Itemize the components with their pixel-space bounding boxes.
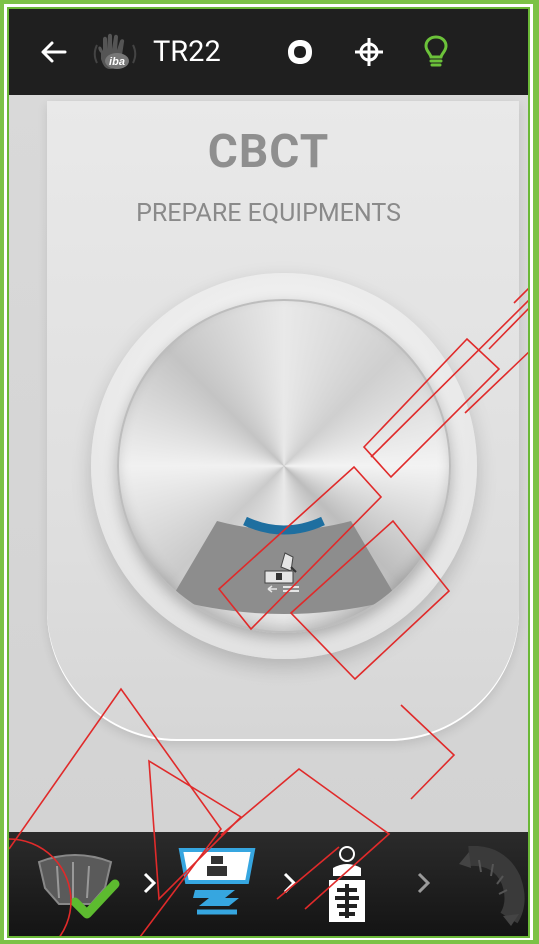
patient-imaging-step-icon[interactable]: [315, 846, 379, 926]
top-bar: iba TR22: [9, 9, 528, 95]
back-arrow-icon[interactable]: [37, 35, 71, 69]
page-title: CBCT: [207, 125, 330, 179]
chevron-right-icon: [283, 872, 297, 894]
iba-hand-logo-icon: iba: [93, 33, 137, 69]
workflow-bar: [9, 832, 528, 936]
chevron-right-icon: [417, 872, 431, 894]
page-subtitle: PREPARE EQUIPMENTS: [136, 199, 401, 228]
chevron-right-icon: [143, 872, 157, 894]
table-step-active-icon[interactable]: [177, 846, 261, 926]
crosshair-icon[interactable]: [353, 36, 385, 68]
table-position-indicator: [171, 516, 397, 614]
app-frame: iba TR22 CBCT PREPARE EQUIPMENTS: [4, 4, 533, 940]
app-screen: iba TR22 CBCT PREPARE EQUIPMENTS: [7, 7, 530, 938]
lightbulb-icon[interactable]: [423, 34, 449, 70]
gantry-step-done-icon[interactable]: [35, 846, 125, 926]
room-title: TR22: [153, 35, 221, 69]
gantry-rotation-step-disabled-icon: [459, 846, 525, 926]
main-area: CBCT PREPARE EQUIPMENTS: [9, 95, 528, 836]
ring-icon[interactable]: [285, 37, 315, 67]
logo-text: iba: [109, 56, 125, 68]
